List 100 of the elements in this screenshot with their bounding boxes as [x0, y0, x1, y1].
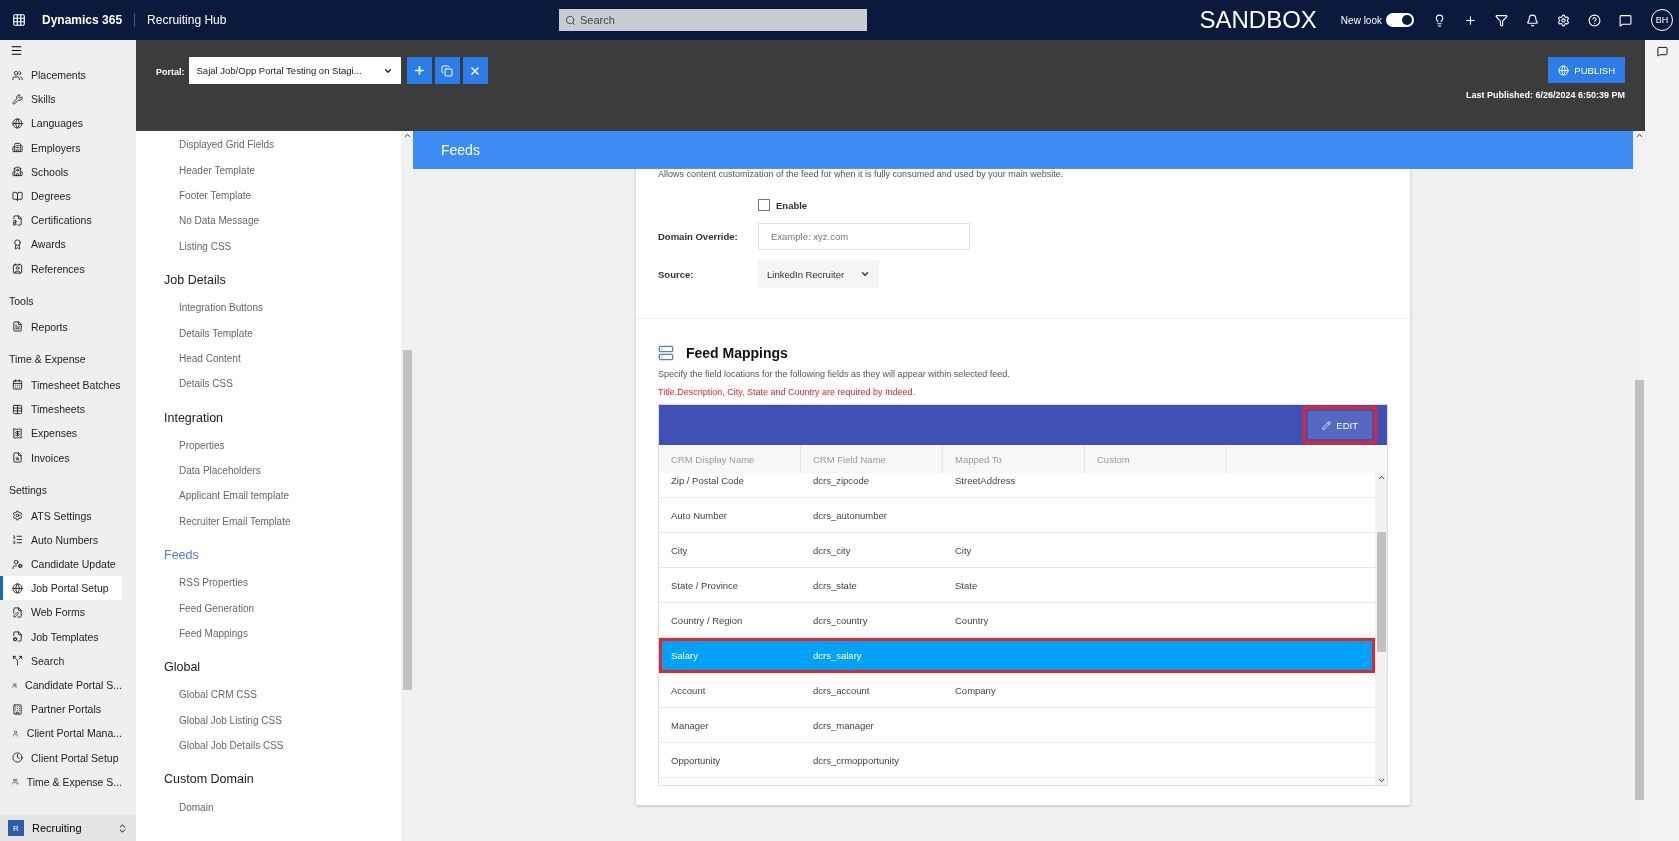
- nav-item-icon: [12, 534, 23, 546]
- scrollbar[interactable]: [1375, 473, 1387, 785]
- filter-icon[interactable]: [1495, 13, 1508, 27]
- settings-nav-item[interactable]: Global Job Listing CSS: [164, 707, 401, 734]
- help-icon[interactable]: [1588, 13, 1601, 27]
- nav-item[interactable]: Candidate Update: [0, 552, 122, 577]
- nav-item[interactable]: Search: [0, 648, 122, 673]
- nav-item[interactable]: Job Portal Setup: [0, 576, 122, 601]
- nav-item-icon: [12, 238, 23, 250]
- portal-select[interactable]: Sajal Job/Opp Portal Testing on Stagi...: [188, 57, 401, 84]
- page-scrollbar[interactable]: [1633, 131, 1645, 841]
- new-look-toggle[interactable]: [1386, 13, 1414, 27]
- lightbulb-icon[interactable]: [1433, 13, 1446, 27]
- nav-item[interactable]: Degrees: [0, 183, 122, 209]
- settings-nav-item[interactable]: Head Content: [164, 345, 401, 372]
- nav-item[interactable]: Time & Expense S...: [0, 769, 122, 794]
- nav-item[interactable]: Client Portal Setup: [0, 745, 122, 770]
- settings-nav-item[interactable]: Details CSS: [164, 371, 401, 397]
- nav-item-icon: [12, 631, 23, 643]
- copy-button[interactable]: [434, 57, 460, 84]
- chat-icon[interactable]: [1619, 13, 1632, 27]
- table-cell-text: City: [954, 544, 973, 556]
- nav-item[interactable]: Web Forms: [0, 600, 122, 625]
- nav-item[interactable]: Client Portal Mana...: [0, 721, 122, 746]
- nav-item[interactable]: Timesheet Batches: [0, 372, 122, 398]
- settings-section-heading[interactable]: Integration: [164, 396, 401, 433]
- settings-nav-item[interactable]: Listing CSS: [164, 233, 401, 259]
- add-button[interactable]: [406, 57, 432, 84]
- nav-item[interactable]: Partner Portals: [0, 697, 122, 722]
- table-cell-text: dcrs_salary: [812, 649, 863, 661]
- nav-item[interactable]: Employers: [0, 135, 122, 160]
- settings-nav-item[interactable]: Global Job Details CSS: [164, 733, 401, 759]
- nav-item[interactable]: Awards: [0, 232, 122, 257]
- menu-icon[interactable]: [10, 44, 23, 57]
- nav-item[interactable]: Certifications: [0, 208, 122, 233]
- nav-item[interactable]: Languages: [0, 111, 122, 136]
- nav-item-icon: [12, 214, 23, 226]
- settings-nav-item[interactable]: Applicant Email template: [164, 483, 401, 509]
- settings-nav-item[interactable]: Integration Buttons: [164, 294, 401, 321]
- table-cell-text: Account: [670, 684, 707, 696]
- scroll-up-icon[interactable]: [1376, 473, 1386, 482]
- table-cell-text: Country / Region: [670, 614, 744, 626]
- app-launcher-icon[interactable]: [12, 13, 26, 27]
- table-cell-text: Manager: [670, 719, 710, 731]
- nav-item[interactable]: Job Templates: [0, 624, 122, 649]
- settings-section-heading[interactable]: Feeds: [164, 534, 401, 571]
- chevron-icon: [117, 822, 128, 834]
- settings-nav-item[interactable]: Header Template: [164, 157, 401, 183]
- enable-checkbox[interactable]: [758, 199, 770, 211]
- nav-item[interactable]: Placements: [0, 63, 122, 88]
- scroll-down-icon[interactable]: [1376, 776, 1386, 785]
- nav-item[interactable]: Timesheets: [0, 397, 122, 422]
- nav-item[interactable]: References: [0, 256, 122, 281]
- new-look-label: New look: [1339, 14, 1382, 26]
- settings-nav-item[interactable]: Displayed Grid Fields: [164, 132, 401, 158]
- plus-icon: [412, 64, 426, 77]
- nav-item[interactable]: Auto Numbers: [0, 527, 122, 552]
- environment-label: SANDBOX: [1198, 6, 1318, 34]
- scroll-up-icon[interactable]: [402, 131, 412, 140]
- settings-section-heading[interactable]: Job Details: [164, 258, 401, 295]
- settings-nav-item[interactable]: RSS Properties: [164, 570, 401, 596]
- table-cell-text: City: [670, 544, 689, 556]
- nav-item[interactable]: Candidate Portal S...: [0, 672, 122, 698]
- settings-nav-item[interactable]: Feed Generation: [164, 595, 401, 621]
- edit-button[interactable]: EDIT: [1308, 411, 1372, 439]
- nav-item[interactable]: Skills: [0, 87, 122, 112]
- search-field[interactable]: Search: [558, 9, 867, 31]
- scroll-up-icon[interactable]: [1634, 131, 1644, 140]
- settings-section-heading[interactable]: Custom Domain: [164, 758, 401, 795]
- area-switcher[interactable]: R Recruiting: [0, 815, 136, 841]
- nav-item[interactable]: Reports: [0, 314, 122, 339]
- settings-nav-item[interactable]: Recruiter Email Template: [164, 508, 401, 535]
- plus-icon[interactable]: [1464, 13, 1477, 27]
- settings-nav-item[interactable]: Footer Template: [164, 182, 401, 209]
- settings-section-heading[interactable]: Global: [164, 646, 401, 683]
- source-select[interactable]: LinkedIn Recruiter: [758, 260, 880, 288]
- domain-override-field[interactable]: Example: xyz.com: [758, 223, 970, 250]
- settings-nav-item[interactable]: Feed Mappings: [164, 620, 401, 647]
- table-cell-text: Opportunity: [670, 754, 722, 766]
- nav-item[interactable]: Expenses: [0, 421, 122, 446]
- publish-button[interactable]: PUBLISH: [1548, 57, 1625, 83]
- delete-button[interactable]: [462, 57, 488, 84]
- table-cell-text: dcrs_country: [812, 614, 869, 626]
- settings-nav-item[interactable]: Properties: [164, 432, 401, 458]
- enable-label: Enable: [776, 199, 808, 211]
- settings-nav-item[interactable]: No Data Message: [164, 208, 401, 234]
- settings-nav-item[interactable]: Details Template: [164, 320, 401, 346]
- settings-nav-item[interactable]: Data Placeholders: [164, 457, 401, 484]
- settings-nav-item[interactable]: Global CRM CSS: [164, 682, 401, 708]
- nav-item[interactable]: ATS Settings: [0, 503, 122, 528]
- scrollbar[interactable]: [401, 131, 413, 841]
- bell-icon[interactable]: [1526, 13, 1539, 27]
- description-text: Allows content customization of the feed for when it is fully consumed and used by your main website.: [658, 169, 1065, 179]
- search-icon: [564, 14, 576, 26]
- nav-item[interactable]: Schools: [0, 159, 122, 184]
- nav-item-icon: [12, 582, 23, 594]
- settings-nav-item[interactable]: Domain: [164, 794, 401, 820]
- settings-icon[interactable]: [1557, 13, 1570, 27]
- nav-heading: Tools: [8, 293, 35, 309]
- nav-item[interactable]: Invoices: [0, 445, 122, 470]
